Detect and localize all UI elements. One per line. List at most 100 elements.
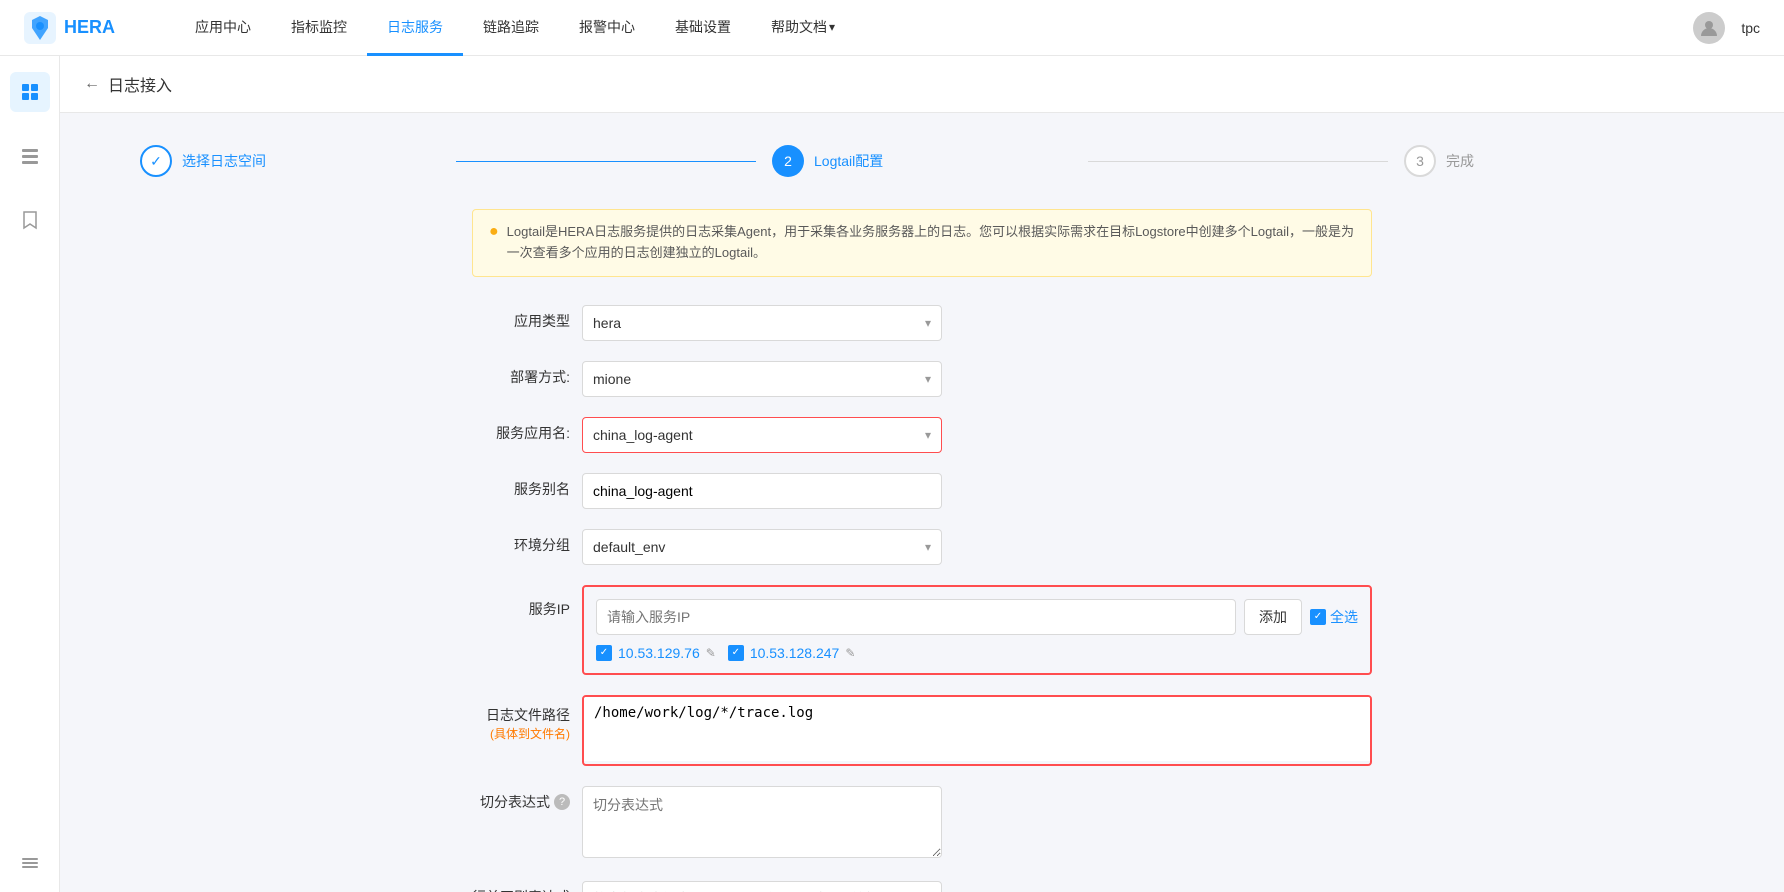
sidebar-item-bookmark[interactable] xyxy=(10,200,50,240)
sidebar xyxy=(0,56,60,892)
nav-item-alert[interactable]: 报警中心 xyxy=(559,0,655,56)
sidebar-item-list[interactable] xyxy=(10,136,50,176)
ip-edit-icon-0[interactable]: ✎ xyxy=(706,646,716,660)
label-log-path: 日志文件路径 (具体到文件名) xyxy=(472,695,582,742)
sidebar-item-grid[interactable] xyxy=(10,72,50,112)
label-deploy-method: 部署方式: xyxy=(472,361,582,387)
hera-logo-icon xyxy=(24,12,56,44)
input-service-alias[interactable] xyxy=(582,473,942,509)
select-all-checkbox[interactable]: ✓ xyxy=(1310,609,1326,625)
info-icon: ● xyxy=(489,223,499,264)
control-line-regex xyxy=(582,881,942,892)
service-ip-wrapper: 添加 ✓ 全选 ✓ 10.53.129.76 ✎ xyxy=(582,585,1372,675)
logo-area[interactable]: HERA xyxy=(24,12,115,44)
ip-checkbox-0[interactable]: ✓ xyxy=(596,645,612,661)
control-service-name: china_log-agent ▾ xyxy=(582,417,942,453)
step-select-logspace: ✓ 选择日志空间 xyxy=(140,145,440,177)
form-row-split-expression: 切分表达式 ? xyxy=(472,786,1372,861)
input-service-ip[interactable] xyxy=(596,599,1236,635)
form-row-app-type: 应用类型 hera ▾ xyxy=(472,305,1372,341)
select-deploy-method[interactable]: mione ▾ xyxy=(582,361,942,397)
form-container: ● Logtail是HERA日志服务提供的日志采集Agent，用于采集各业务服务… xyxy=(472,209,1372,892)
step-line-2 xyxy=(1088,161,1388,162)
ip-tag-1: ✓ 10.53.128.247 ✎ xyxy=(728,645,856,661)
control-env-group: default_env ▾ xyxy=(582,529,942,565)
ip-value-0: 10.53.129.76 xyxy=(618,645,700,661)
ip-value-1: 10.53.128.247 xyxy=(750,645,840,661)
ip-checkbox-1[interactable]: ✓ xyxy=(728,645,744,661)
ip-tag-0: ✓ 10.53.129.76 ✎ xyxy=(596,645,716,661)
control-split-expression xyxy=(582,786,942,861)
step2-label: Logtail配置 xyxy=(814,151,883,171)
step2-circle: 2 xyxy=(772,145,804,177)
main-content: ← 日志接入 ✓ 选择日志空间 2 Logtail配置 3 完成 xyxy=(60,56,1784,892)
ip-input-row: 添加 ✓ 全选 xyxy=(596,599,1358,635)
nav-item-help-docs[interactable]: 帮助文档 ▾ xyxy=(751,0,855,56)
user-avatar[interactable] xyxy=(1693,12,1725,44)
select-env-group[interactable]: default_env ▾ xyxy=(582,529,942,565)
info-text: Logtail是HERA日志服务提供的日志采集Agent，用于采集各业务服务器上… xyxy=(507,222,1355,264)
label-service-alias: 服务别名 xyxy=(472,473,582,499)
nav-item-log-service[interactable]: 日志服务 xyxy=(367,0,463,56)
form-row-line-regex: 行首正则表达式 xyxy=(472,881,1372,892)
nav-items: 应用中心 指标监控 日志服务 链路追踪 报警中心 基础设置 帮助文档 ▾ xyxy=(175,0,1693,55)
label-service-name: 服务应用名: xyxy=(472,417,582,443)
control-log-path xyxy=(582,695,1372,766)
label-app-type: 应用类型 xyxy=(472,305,582,331)
step3-circle: 3 xyxy=(1404,145,1436,177)
step1-label: 选择日志空间 xyxy=(182,151,266,171)
log-path-wrapper xyxy=(582,695,1372,766)
nav-item-trace[interactable]: 链路追踪 xyxy=(463,0,559,56)
label-service-ip: 服务IP xyxy=(472,585,582,619)
label-split-expression: 切分表达式 ? xyxy=(472,786,582,812)
add-ip-button[interactable]: 添加 xyxy=(1244,599,1302,635)
form-row-env-group: 环境分组 default_env ▾ xyxy=(472,529,1372,565)
input-line-regex[interactable] xyxy=(582,881,942,892)
control-service-alias xyxy=(582,473,942,509)
select-app-type[interactable]: hera ▾ xyxy=(582,305,942,341)
info-box: ● Logtail是HERA日志服务提供的日志采集Agent，用于采集各业务服务… xyxy=(472,209,1372,277)
sidebar-bottom[interactable] xyxy=(20,853,40,892)
control-deploy-method: mione ▾ xyxy=(582,361,942,397)
list-icon xyxy=(20,146,40,166)
chevron-down-icon: ▾ xyxy=(925,316,931,330)
page-header: ← 日志接入 xyxy=(60,56,1784,113)
label-env-group: 环境分组 xyxy=(472,529,582,555)
bookmark-icon xyxy=(20,210,40,230)
top-navigation: HERA 应用中心 指标监控 日志服务 链路追踪 报警中心 基础设置 帮助文档 … xyxy=(0,0,1784,56)
content-area: ✓ 选择日志空间 2 Logtail配置 3 完成 ● xyxy=(60,113,1784,892)
username: tpc xyxy=(1741,20,1760,36)
step-complete: 3 完成 xyxy=(1404,145,1704,177)
steps-container: ✓ 选择日志空间 2 Logtail配置 3 完成 xyxy=(100,145,1744,177)
select-all-button[interactable]: ✓ 全选 xyxy=(1310,607,1358,627)
textarea-log-path[interactable] xyxy=(584,697,1370,761)
textarea-split-expression[interactable] xyxy=(582,786,942,858)
form-row-service-alias: 服务别名 xyxy=(472,473,1372,509)
nav-item-basic-settings[interactable]: 基础设置 xyxy=(655,0,751,56)
nav-item-app-center[interactable]: 应用中心 xyxy=(175,0,271,56)
app-layout: ← 日志接入 ✓ 选择日志空间 2 Logtail配置 3 完成 xyxy=(0,0,1784,892)
chevron-down-icon: ▾ xyxy=(925,428,931,442)
chevron-down-icon: ▾ xyxy=(925,540,931,554)
chevron-down-icon: ▾ xyxy=(925,372,931,386)
form-row-log-path: 日志文件路径 (具体到文件名) xyxy=(472,695,1372,766)
back-button[interactable]: ← xyxy=(84,75,100,93)
page-title: 日志接入 xyxy=(108,72,172,96)
step-logtail-config: 2 Logtail配置 xyxy=(772,145,1072,177)
step3-label: 完成 xyxy=(1446,151,1474,171)
step1-circle: ✓ xyxy=(140,145,172,177)
nav-item-metrics[interactable]: 指标监控 xyxy=(271,0,367,56)
grid-icon xyxy=(20,82,40,102)
control-service-ip: 添加 ✓ 全选 ✓ 10.53.129.76 ✎ xyxy=(582,585,1372,675)
avatar-icon xyxy=(1699,18,1719,38)
nav-right: tpc xyxy=(1693,12,1760,44)
brand-name: HERA xyxy=(64,17,115,38)
label-line-regex: 行首正则表达式 xyxy=(472,881,582,892)
menu-icon xyxy=(20,853,40,873)
form-row-deploy-method: 部署方式: mione ▾ xyxy=(472,361,1372,397)
select-service-name[interactable]: china_log-agent ▾ xyxy=(582,417,942,453)
ip-tags: ✓ 10.53.129.76 ✎ ✓ 10.53.128.247 ✎ xyxy=(596,645,1358,661)
control-app-type: hera ▾ xyxy=(582,305,942,341)
ip-edit-icon-1[interactable]: ✎ xyxy=(845,646,855,660)
help-icon-split[interactable]: ? xyxy=(554,794,570,810)
